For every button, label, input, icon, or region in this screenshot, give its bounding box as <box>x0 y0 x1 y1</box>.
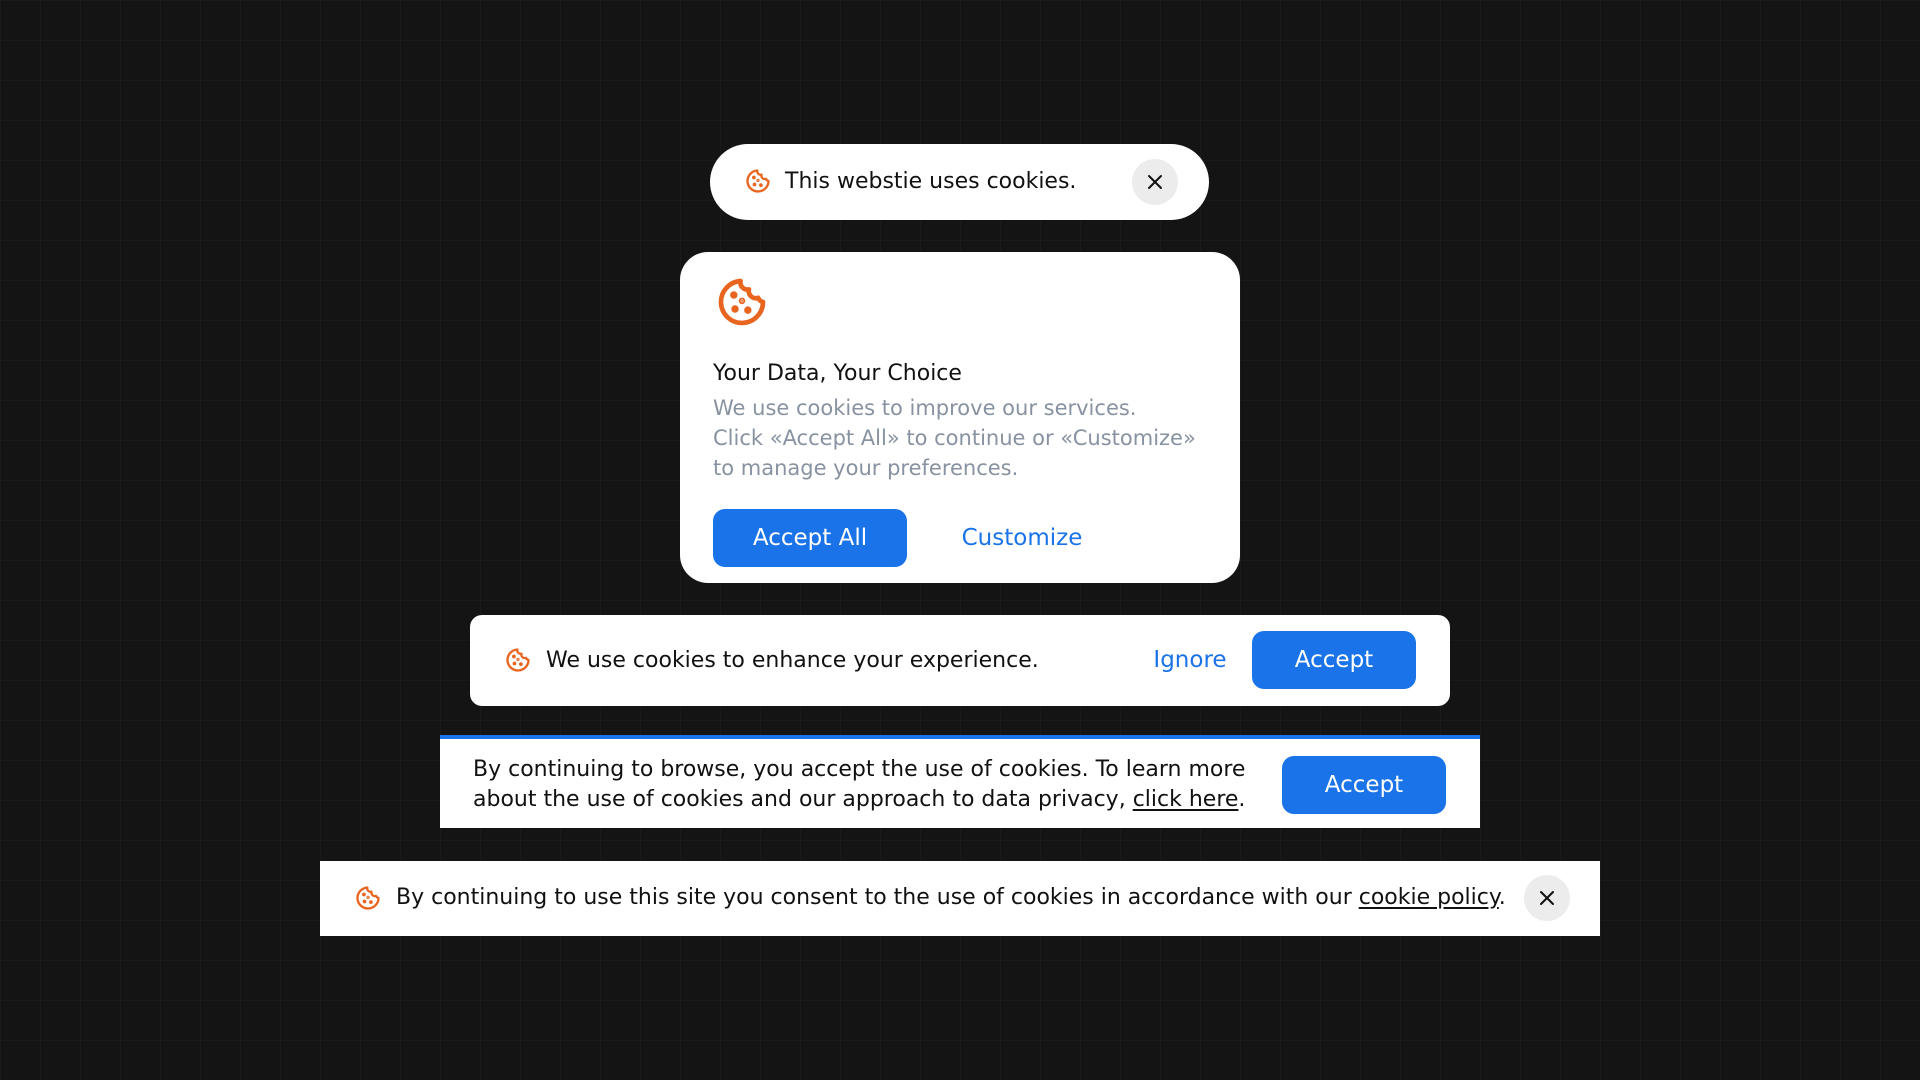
cookie-choice-card: Your Data, Your Choice We use cookies to… <box>680 252 1240 583</box>
close-icon <box>1540 891 1554 905</box>
cookie-icon <box>504 646 532 674</box>
pill-banner-text: This webstie uses cookies. <box>785 169 1077 194</box>
customize-button[interactable]: Customize <box>947 509 1097 567</box>
card-title: Your Data, Your Choice <box>713 361 962 386</box>
cookie-policy-link[interactable]: cookie policy <box>1359 885 1499 910</box>
experience-banner-text: We use cookies to enhance your experienc… <box>546 648 1039 673</box>
cookie-experience-banner: We use cookies to enhance your experienc… <box>470 615 1450 706</box>
cookie-browse-banner: By continuing to browse, you accept the … <box>440 735 1480 828</box>
browse-banner-period: . <box>1238 787 1246 812</box>
close-icon <box>1148 175 1162 189</box>
browse-banner-line: about the use of cookies and our approac… <box>473 785 1245 815</box>
consent-banner-text-body: By continuing to use this site you conse… <box>396 885 1359 910</box>
close-button[interactable] <box>1132 159 1178 205</box>
card-body: We use cookies to improve our services. … <box>713 393 1233 483</box>
browse-banner-text: By continuing to browse, you accept the … <box>473 755 1245 815</box>
cookie-icon <box>744 167 772 195</box>
accept-all-button[interactable]: Accept All <box>713 509 907 567</box>
cookie-consent-banner: By continuing to use this site you conse… <box>320 861 1600 936</box>
cookie-pill-banner: This webstie uses cookies. <box>710 144 1209 220</box>
card-body-line: Click «Accept All» to continue or «Custo… <box>713 426 1196 450</box>
consent-banner-period: . <box>1498 885 1506 910</box>
card-body-line: We use cookies to improve our services. <box>713 396 1137 420</box>
accept-button[interactable]: Accept <box>1252 631 1416 689</box>
browse-banner-line: By continuing to browse, you accept the … <box>473 757 1246 782</box>
consent-banner-text: By continuing to use this site you conse… <box>396 883 1506 913</box>
cookie-icon <box>714 274 770 330</box>
click-here-link[interactable]: click here <box>1133 787 1239 812</box>
card-body-line: to manage your preferences. <box>713 456 1019 480</box>
ignore-button[interactable]: Ignore <box>1110 631 1270 689</box>
accept-button[interactable]: Accept <box>1282 756 1446 814</box>
cookie-icon <box>354 884 382 912</box>
browse-banner-line-text: about the use of cookies and our approac… <box>473 787 1133 812</box>
close-button[interactable] <box>1524 875 1570 921</box>
